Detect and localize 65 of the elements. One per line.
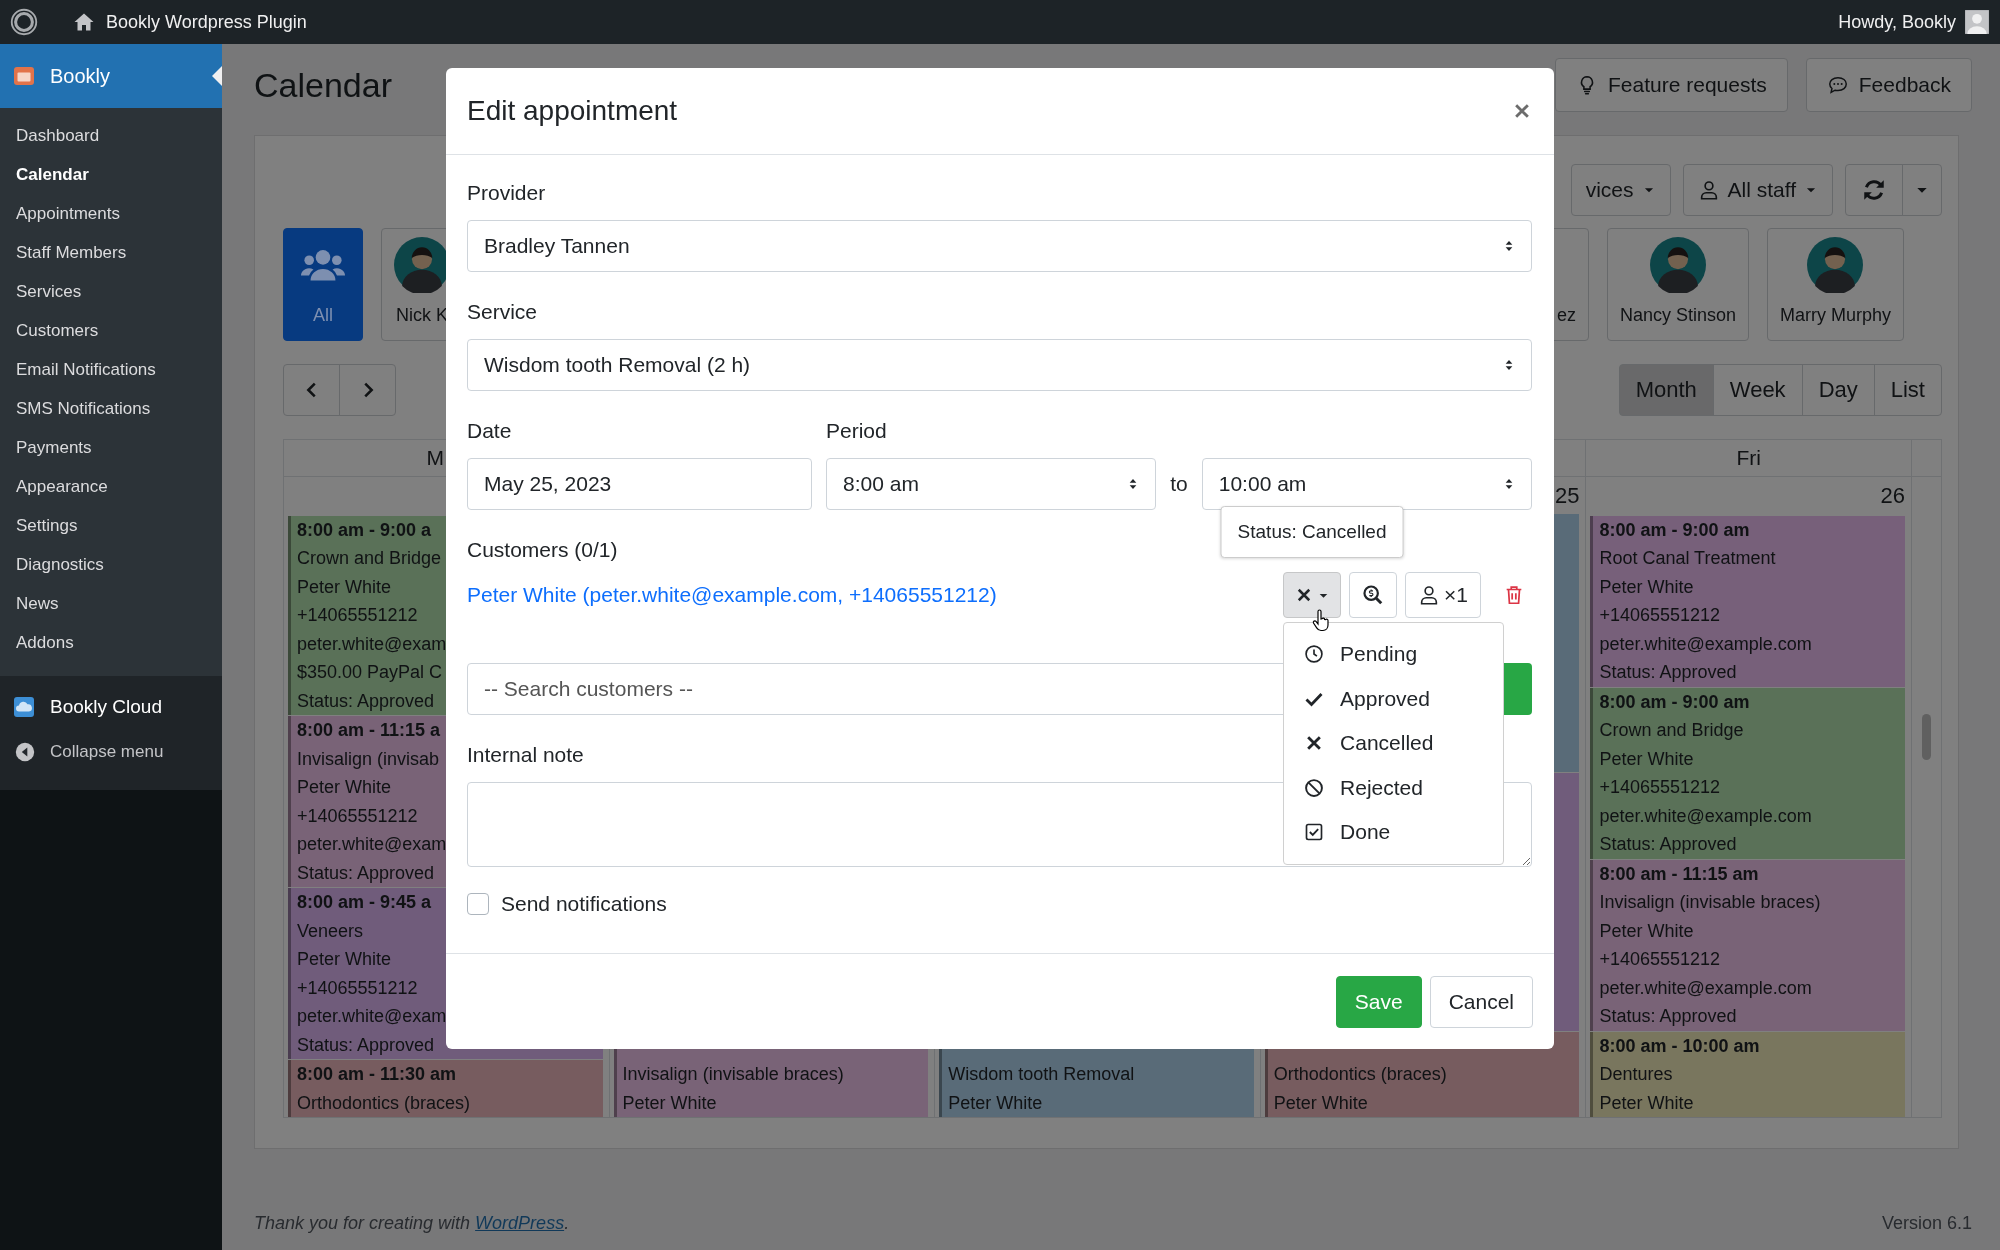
event-text: Crown and Bridge xyxy=(1599,719,1744,742)
event-time: 8:00 am - 10:00 am xyxy=(1599,1034,1760,1058)
event-text: Peter White xyxy=(297,575,392,599)
event-text: Invisalign (invisable braces) xyxy=(1599,891,1821,914)
field-label: Customers (0/1) xyxy=(467,537,618,563)
event-text: +14065551212 xyxy=(297,976,418,1000)
event-time: 8:00 am - 9:00 am xyxy=(1599,690,1750,714)
event-text: Peter White xyxy=(297,948,392,971)
event-time: 8:00 am - 11:30 am xyxy=(297,1063,457,1086)
version-text: Version 6.1 xyxy=(1881,1213,1972,1234)
event-text: Peter White xyxy=(1273,1091,1368,1115)
event-text: Orthodontics (braces) xyxy=(1273,1063,1447,1086)
event-text: +14065551212 xyxy=(297,804,418,828)
event-text: Status: Approved xyxy=(1599,661,1737,684)
day-header: Fri xyxy=(1736,446,1761,470)
event-time: 8:00 am - 9:45 a xyxy=(297,891,432,914)
field-label: Service xyxy=(467,299,538,325)
event-text: Crown and Bridge xyxy=(297,547,442,570)
tooltip: Status: Cancelled xyxy=(1220,506,1404,558)
event-text: Root Canal Treatment xyxy=(1599,547,1776,570)
event-text: Status: Approved xyxy=(297,1033,435,1057)
event-text: +14065551212 xyxy=(297,604,418,627)
event-text: +14065551212 xyxy=(1599,948,1721,971)
event-text: Dentures xyxy=(1599,1063,1673,1086)
event-text: Veneers xyxy=(297,919,364,943)
event-time: 8:00 am - 11:15 am xyxy=(1599,862,1759,886)
event-text: Status: Approved xyxy=(1599,833,1737,856)
separator-text: to xyxy=(1170,472,1188,496)
event-text: Status: Approved xyxy=(1599,1005,1737,1028)
event-text: $350.00 PayPal C xyxy=(297,661,443,684)
event-time: 8:00 am - 9:00 am xyxy=(1599,518,1750,542)
event-text: Peter White xyxy=(622,1091,717,1115)
event-text: Peter White xyxy=(1599,919,1694,943)
event-text: Peter White xyxy=(948,1091,1043,1115)
event-text: Wisdom tooth Removal xyxy=(948,1063,1135,1086)
event-text: peter.white@example.com xyxy=(1599,632,1812,656)
event-text: Status: Approved xyxy=(297,861,435,885)
event-time: 8:00 am - 11:15 a xyxy=(297,719,441,742)
event-text: peter.white@exam xyxy=(297,1005,447,1028)
dialog-title: Edit appointment xyxy=(467,95,678,127)
event-text: peter.white@exam xyxy=(297,632,447,656)
day-number: 25 xyxy=(1554,482,1580,509)
field-label: Date xyxy=(467,418,512,444)
checkbox-label: Send notifications xyxy=(501,892,667,916)
field-label: Period xyxy=(826,418,887,444)
event-text: +14065551212 xyxy=(1599,604,1721,627)
page-title: Calendar xyxy=(254,65,392,105)
day-header: M xyxy=(426,446,445,470)
event-text: Peter White xyxy=(1599,747,1694,771)
field-label: Internal note xyxy=(467,742,584,768)
event-text: Peter White xyxy=(1599,575,1694,599)
event-text: peter.white@exam xyxy=(297,833,447,856)
event-text: Peter White xyxy=(1599,1091,1694,1115)
event-text: peter.white@example.com xyxy=(1599,976,1812,1000)
event-text: Peter White xyxy=(297,776,392,799)
event-text: Invisalign (invisable braces) xyxy=(622,1063,844,1086)
event-text: +14065551212 xyxy=(1599,776,1721,799)
footer-text: Thank you for creating with WordPress. xyxy=(254,1213,570,1234)
event-text: Status: Approved xyxy=(297,689,435,713)
event-text: peter.white@example.com xyxy=(1599,804,1812,828)
event-text: Orthodontics (braces) xyxy=(297,1091,471,1115)
day-number: 26 xyxy=(1880,482,1905,509)
field-label: Provider xyxy=(467,180,546,206)
event-text: Invisalign (invisab xyxy=(297,747,440,771)
event-time: 8:00 am - 9:00 a xyxy=(297,518,432,542)
